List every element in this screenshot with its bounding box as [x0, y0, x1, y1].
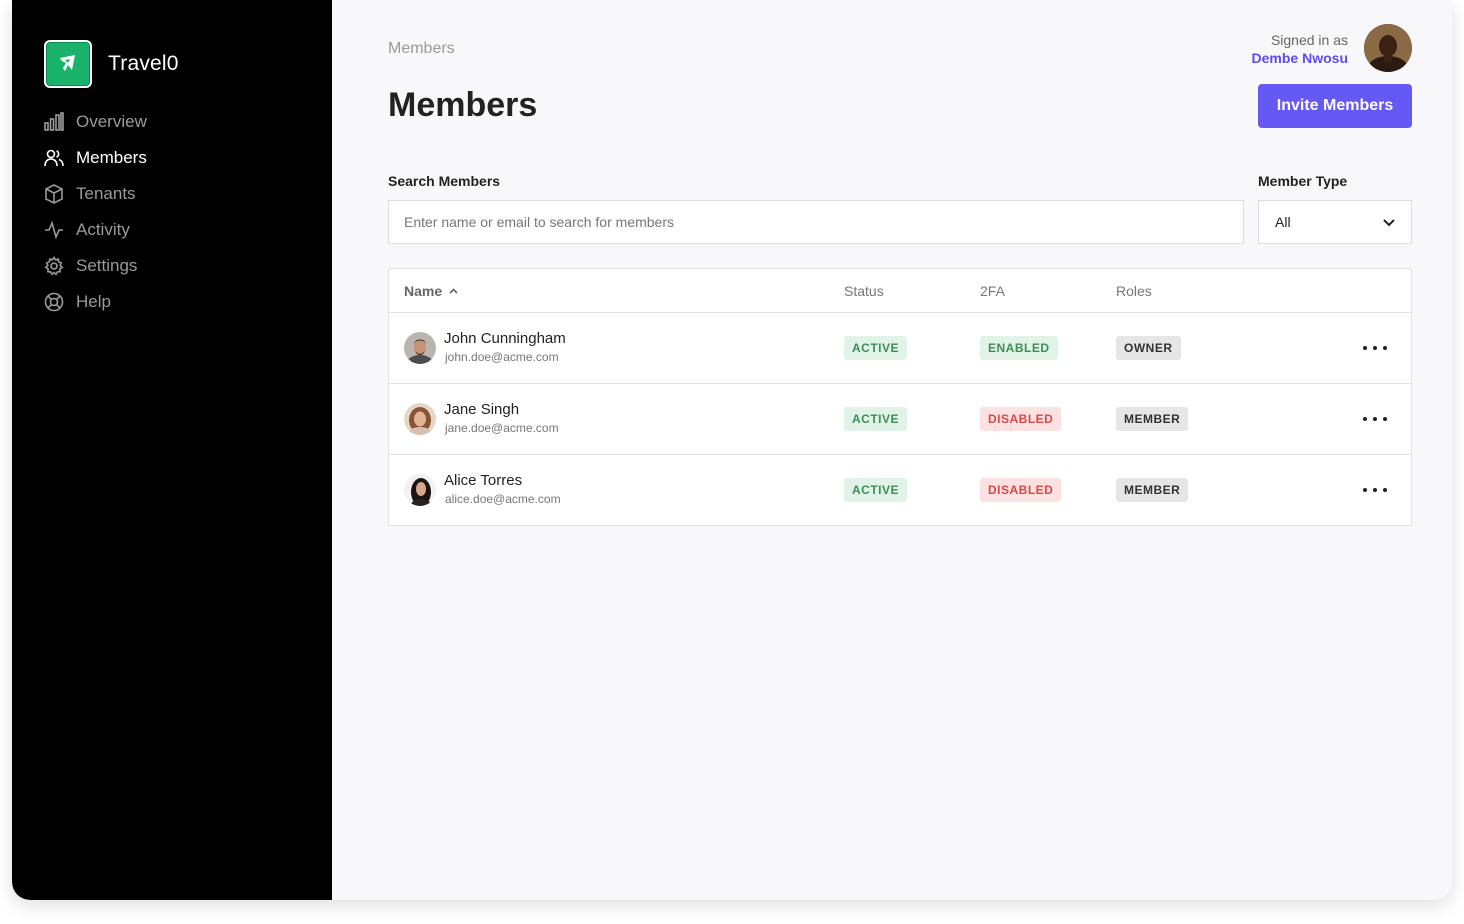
member-name: Jane Singh [444, 401, 520, 418]
sidebar-item-label: Activity [76, 220, 130, 239]
member-name: John Cunningham [444, 330, 566, 347]
more-actions-button[interactable] [1363, 408, 1387, 430]
search-members-label: Search Members [388, 173, 501, 189]
sidebar: Travel0 Overview Members Tenants Activit… [12, 0, 332, 900]
users-icon [44, 148, 64, 168]
sidebar-item-activity[interactable]: Activity [44, 212, 147, 248]
sidebar-item-tenants[interactable]: Tenants [44, 176, 147, 212]
column-header-name[interactable]: Name [404, 283, 458, 299]
activity-icon [44, 220, 64, 240]
app-window: Travel0 Overview Members Tenants Activit… [12, 0, 1452, 900]
sidebar-item-members[interactable]: Members [44, 140, 147, 176]
table-header: Name Status 2FA Roles [389, 269, 1411, 313]
column-header-label: Name [404, 282, 443, 299]
sidebar-item-settings[interactable]: Settings [44, 248, 147, 284]
chevron-down-icon [1383, 214, 1395, 230]
search-input[interactable] [388, 200, 1244, 244]
member-type-select[interactable]: All [1258, 200, 1412, 244]
sidebar-item-overview[interactable]: Overview [44, 104, 147, 140]
app-logo[interactable]: Travel0 [44, 40, 179, 88]
user-avatar[interactable] [1364, 24, 1412, 72]
sidebar-item-label: Help [76, 292, 111, 311]
status-badge: ACTIVE [844, 478, 908, 502]
member-avatar [404, 332, 436, 364]
table-row[interactable]: Alice Torres alice.doe@acme.com ACTIVE D… [389, 455, 1411, 525]
member-avatar [404, 474, 436, 506]
member-type-value: All [1275, 214, 1291, 230]
invite-members-button[interactable]: Invite Members [1258, 84, 1412, 128]
sidebar-item-help[interactable]: Help [44, 284, 147, 320]
member-email: alice.doe@acme.com [445, 492, 561, 506]
member-email: jane.doe@acme.com [445, 421, 559, 435]
bar-chart-icon [44, 112, 64, 132]
app-name: Travel0 [108, 52, 179, 75]
role-badge: MEMBER [1116, 407, 1189, 431]
2fa-badge: DISABLED [980, 478, 1062, 502]
breadcrumb[interactable]: Members [388, 40, 455, 58]
signed-in-info: Signed in as Dembe Nwosu [1252, 32, 1348, 66]
main-content: Members Members Signed in as Dembe Nwosu… [332, 0, 1452, 900]
column-header-roles[interactable]: Roles [1116, 283, 1152, 299]
sidebar-item-label: Overview [76, 112, 147, 131]
lifebuoy-icon [44, 292, 64, 312]
status-badge: ACTIVE [844, 336, 908, 360]
status-badge: ACTIVE [844, 407, 908, 431]
more-actions-button[interactable] [1363, 479, 1387, 501]
member-avatar [404, 403, 436, 435]
sidebar-item-label: Settings [76, 256, 138, 275]
role-badge: OWNER [1116, 336, 1181, 360]
role-badge: MEMBER [1116, 478, 1189, 502]
member-email: john.doe@acme.com [445, 350, 559, 364]
column-header-2fa[interactable]: 2FA [980, 283, 1005, 299]
more-actions-button[interactable] [1363, 337, 1387, 359]
table-row[interactable]: John Cunningham john.doe@acme.com ACTIVE… [389, 313, 1411, 384]
table-row[interactable]: Jane Singh jane.doe@acme.com ACTIVE DISA… [389, 384, 1411, 455]
column-header-status[interactable]: Status [844, 283, 884, 299]
2fa-badge: ENABLED [980, 336, 1058, 360]
member-type-label: Member Type [1258, 173, 1348, 189]
signed-in-caption: Signed in as [1270, 32, 1348, 48]
travel0-logo-icon [44, 40, 92, 88]
sidebar-nav: Overview Members Tenants Activity Settin… [44, 104, 147, 320]
page-title: Members [388, 86, 538, 124]
2fa-badge: DISABLED [980, 407, 1062, 431]
signed-in-user[interactable]: Dembe Nwosu [1252, 50, 1348, 66]
member-name: Alice Torres [444, 472, 523, 489]
sidebar-item-label: Members [76, 148, 147, 167]
gear-icon [44, 256, 64, 276]
sort-ascending-icon [449, 287, 458, 294]
members-table: Name Status 2FA Roles John Cunningham jo… [388, 268, 1412, 526]
cube-icon [44, 184, 64, 204]
sidebar-item-label: Tenants [76, 184, 136, 203]
